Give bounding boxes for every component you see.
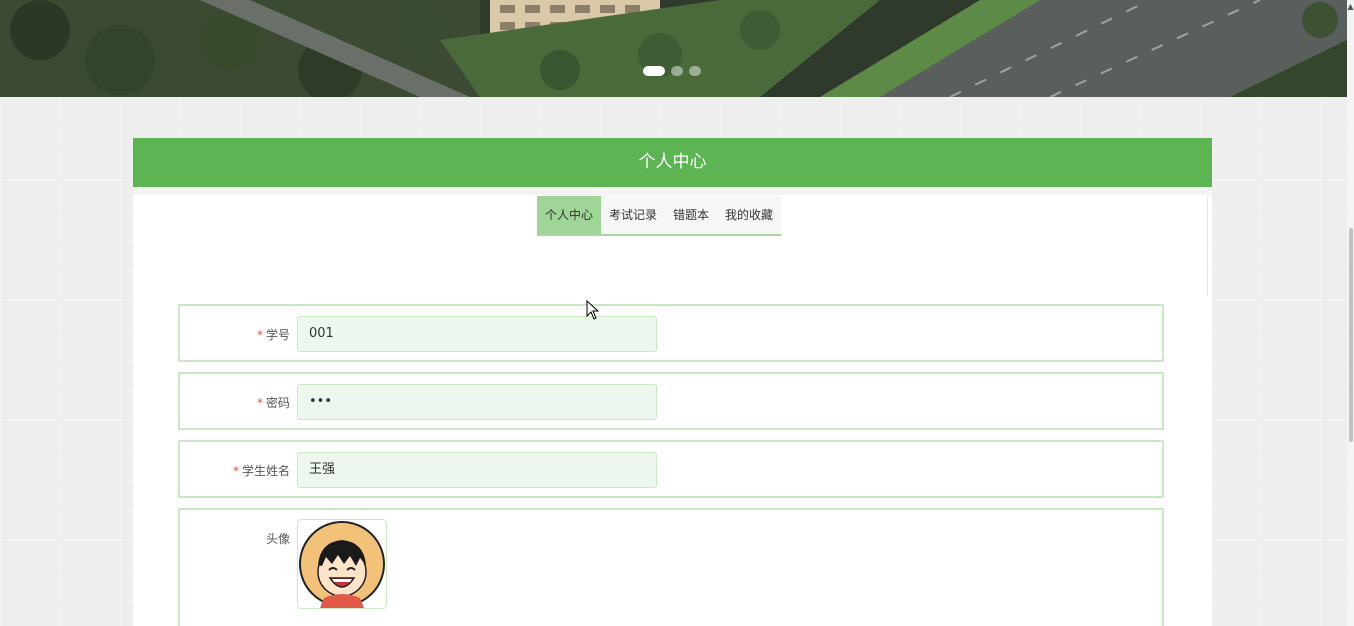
password-input[interactable]: ••• [297,384,657,420]
tab-wrong-questions[interactable]: 错题本 [665,196,718,234]
panel-title: 个人中心 [133,138,1212,187]
panel-divider [133,187,1212,195]
required-mark: * [256,328,263,342]
avatar-label: 头像 [265,532,290,546]
form-row-student-id: * 学号 001 [178,304,1164,362]
required-mark: * [232,464,239,478]
password-label-text: 密码 [265,396,290,410]
avatar-image [298,520,386,608]
student-id-input[interactable]: 001 [297,316,657,352]
banner-image [0,0,1347,97]
panel-divider-line [1207,196,1208,296]
student-name-label: * 学生姓名 [180,462,290,479]
student-id-label: * 学号 [180,326,290,343]
avatar-upload[interactable] [297,519,387,609]
carousel-dot-3[interactable] [689,66,701,76]
scrollbar-thumb[interactable] [1349,228,1353,442]
mouse-cursor-icon [586,300,600,320]
personal-center-panel: 个人中心 个人中心 考试记录 错题本 我的收藏 * 学号 001 * 密码 ••• … [133,138,1212,626]
student-name-input[interactable]: 王强 [297,452,657,488]
tab-my-favorites[interactable]: 我的收藏 [717,196,782,234]
tab-bar: 个人中心 考试记录 错题本 我的收藏 [537,196,782,236]
carousel-indicators [643,66,701,76]
carousel-dot-1[interactable] [643,66,665,76]
student-id-label-text: 学号 [265,328,290,342]
page-scrollbar[interactable]: ▲ [1347,0,1354,626]
tab-exam-records[interactable]: 考试记录 [601,196,666,234]
form-row-password: * 密码 ••• [178,372,1164,430]
password-label: * 密码 [180,394,290,411]
tab-personal-center[interactable]: 个人中心 [537,196,602,234]
student-name-label-text: 学生姓名 [241,464,290,478]
scroll-up-arrow-icon[interactable]: ▲ [1347,0,1354,14]
banner-carousel[interactable] [0,0,1347,97]
carousel-dot-2[interactable] [671,66,683,76]
form-row-avatar: 头像 [178,508,1164,626]
required-mark: * [256,396,263,410]
form-row-student-name: * 学生姓名 王强 [178,440,1164,498]
